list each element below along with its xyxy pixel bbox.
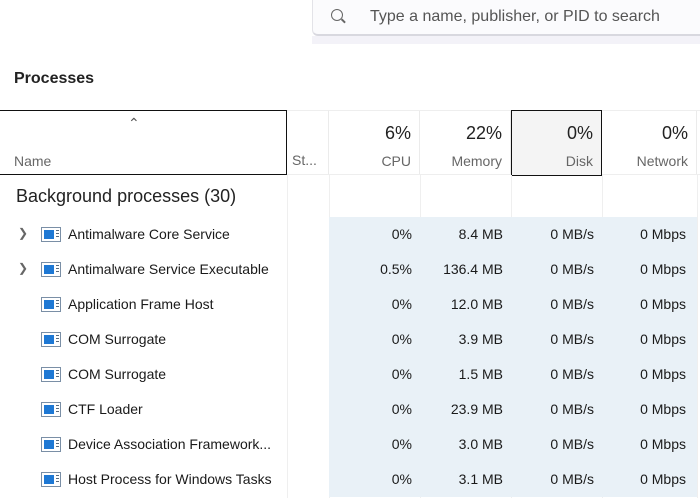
toolbar-divider xyxy=(312,36,700,44)
process-name: Antimalware Service Executable xyxy=(68,261,269,277)
memory-value: 3.9 MB xyxy=(458,331,503,347)
process-row[interactable]: Host Process for Windows Tasks 0% 3.1 MB… xyxy=(0,462,700,497)
memory-value: 8.4 MB xyxy=(458,226,503,242)
disk-value: 0 MB/s xyxy=(550,226,594,242)
process-row[interactable]: Device Association Framework... 0% 3.0 M… xyxy=(0,427,700,462)
cpu-value: 0% xyxy=(391,436,412,452)
process-name: Antimalware Core Service xyxy=(68,226,230,242)
disk-value: 0 MB/s xyxy=(550,401,594,417)
cpu-value: 0% xyxy=(391,331,412,347)
process-icon xyxy=(41,297,61,312)
cpu-value: 0% xyxy=(391,226,412,242)
disk-value: 0 MB/s xyxy=(550,261,594,277)
memory-value: 12.0 MB xyxy=(450,296,503,312)
column-label-name: Name xyxy=(14,153,52,169)
column-header-network[interactable]: 0% Network xyxy=(602,111,697,174)
network-value: 0 Mbps xyxy=(640,436,686,452)
process-name: Application Frame Host xyxy=(68,296,214,312)
process-row[interactable]: ❯ Antimalware Core Service 0% 8.4 MB 0 M… xyxy=(0,217,700,252)
process-icon xyxy=(41,262,61,277)
process-row[interactable]: COM Surrogate 0% 3.9 MB 0 MB/s 0 Mbps xyxy=(0,322,700,357)
memory-label: Memory xyxy=(451,153,502,169)
search-icon xyxy=(331,9,343,21)
cpu-value: 0% xyxy=(391,366,412,382)
disk-value: 0 MB/s xyxy=(550,366,594,382)
process-row[interactable]: CTF Loader 0% 23.9 MB 0 MB/s 0 Mbps xyxy=(0,392,700,427)
memory-value: 1.5 MB xyxy=(458,366,503,382)
cpu-label: CPU xyxy=(381,153,411,169)
process-icon xyxy=(41,437,61,452)
network-value: 0 Mbps xyxy=(640,261,686,277)
network-label: Network xyxy=(636,153,688,169)
network-value: 0 Mbps xyxy=(640,331,686,347)
search-box[interactable]: Type a name, publisher, or PID to search xyxy=(312,0,700,36)
network-value: 0 Mbps xyxy=(640,401,686,417)
process-row[interactable]: ❯ Antimalware Service Executable 0.5% 13… xyxy=(0,252,700,287)
network-total: 0% xyxy=(661,123,688,143)
network-value: 0 Mbps xyxy=(640,366,686,382)
memory-total: 22% xyxy=(465,123,502,143)
process-icon xyxy=(41,367,61,382)
process-row[interactable]: COM Surrogate 0% 1.5 MB 0 MB/s 0 Mbps xyxy=(0,357,700,392)
network-value: 0 Mbps xyxy=(640,296,686,312)
disk-value: 0 MB/s xyxy=(550,471,594,487)
sort-ascending-icon: ⌃ xyxy=(128,115,140,131)
disk-total: 0% xyxy=(566,123,593,143)
expand-chevron-icon[interactable]: ❯ xyxy=(18,226,28,240)
column-header-name[interactable]: ⌃ Name xyxy=(0,110,287,175)
process-icon xyxy=(41,332,61,347)
column-label-status: St... xyxy=(292,152,317,168)
search-placeholder: Type a name, publisher, or PID to search xyxy=(370,8,660,25)
disk-value: 0 MB/s xyxy=(550,296,594,312)
process-icon xyxy=(41,402,61,417)
memory-value: 23.9 MB xyxy=(450,401,503,417)
disk-value: 0 MB/s xyxy=(550,331,594,347)
network-value: 0 Mbps xyxy=(640,226,686,242)
cpu-value: 0% xyxy=(391,296,412,312)
memory-value: 136.4 MB xyxy=(443,261,503,277)
process-name: Host Process for Windows Tasks xyxy=(68,471,272,487)
process-name: CTF Loader xyxy=(68,401,143,417)
process-icon xyxy=(41,472,61,487)
group-header-background: Background processes (30) xyxy=(16,186,237,206)
memory-value: 3.1 MB xyxy=(458,471,503,487)
process-name: COM Surrogate xyxy=(68,366,167,382)
disk-label: Disk xyxy=(565,153,593,169)
memory-value: 3.0 MB xyxy=(458,436,503,452)
network-value: 0 Mbps xyxy=(640,471,686,487)
cpu-value: 0% xyxy=(391,401,412,417)
disk-value: 0 MB/s xyxy=(550,436,594,452)
column-header-disk[interactable]: 0% Disk xyxy=(511,110,602,176)
column-header-cpu[interactable]: 6% CPU xyxy=(329,111,420,174)
cpu-total: 6% xyxy=(384,123,411,143)
process-name: COM Surrogate xyxy=(68,331,167,347)
expand-chevron-icon[interactable]: ❯ xyxy=(18,261,28,275)
process-row[interactable]: Application Frame Host 0% 12.0 MB 0 MB/s… xyxy=(0,287,700,322)
cpu-value: 0.5% xyxy=(380,261,412,277)
page-title: Processes xyxy=(14,70,95,87)
process-name: Device Association Framework... xyxy=(68,436,272,452)
cpu-value: 0% xyxy=(391,471,412,487)
process-icon xyxy=(41,227,61,242)
column-header-memory[interactable]: 22% Memory xyxy=(420,111,511,174)
